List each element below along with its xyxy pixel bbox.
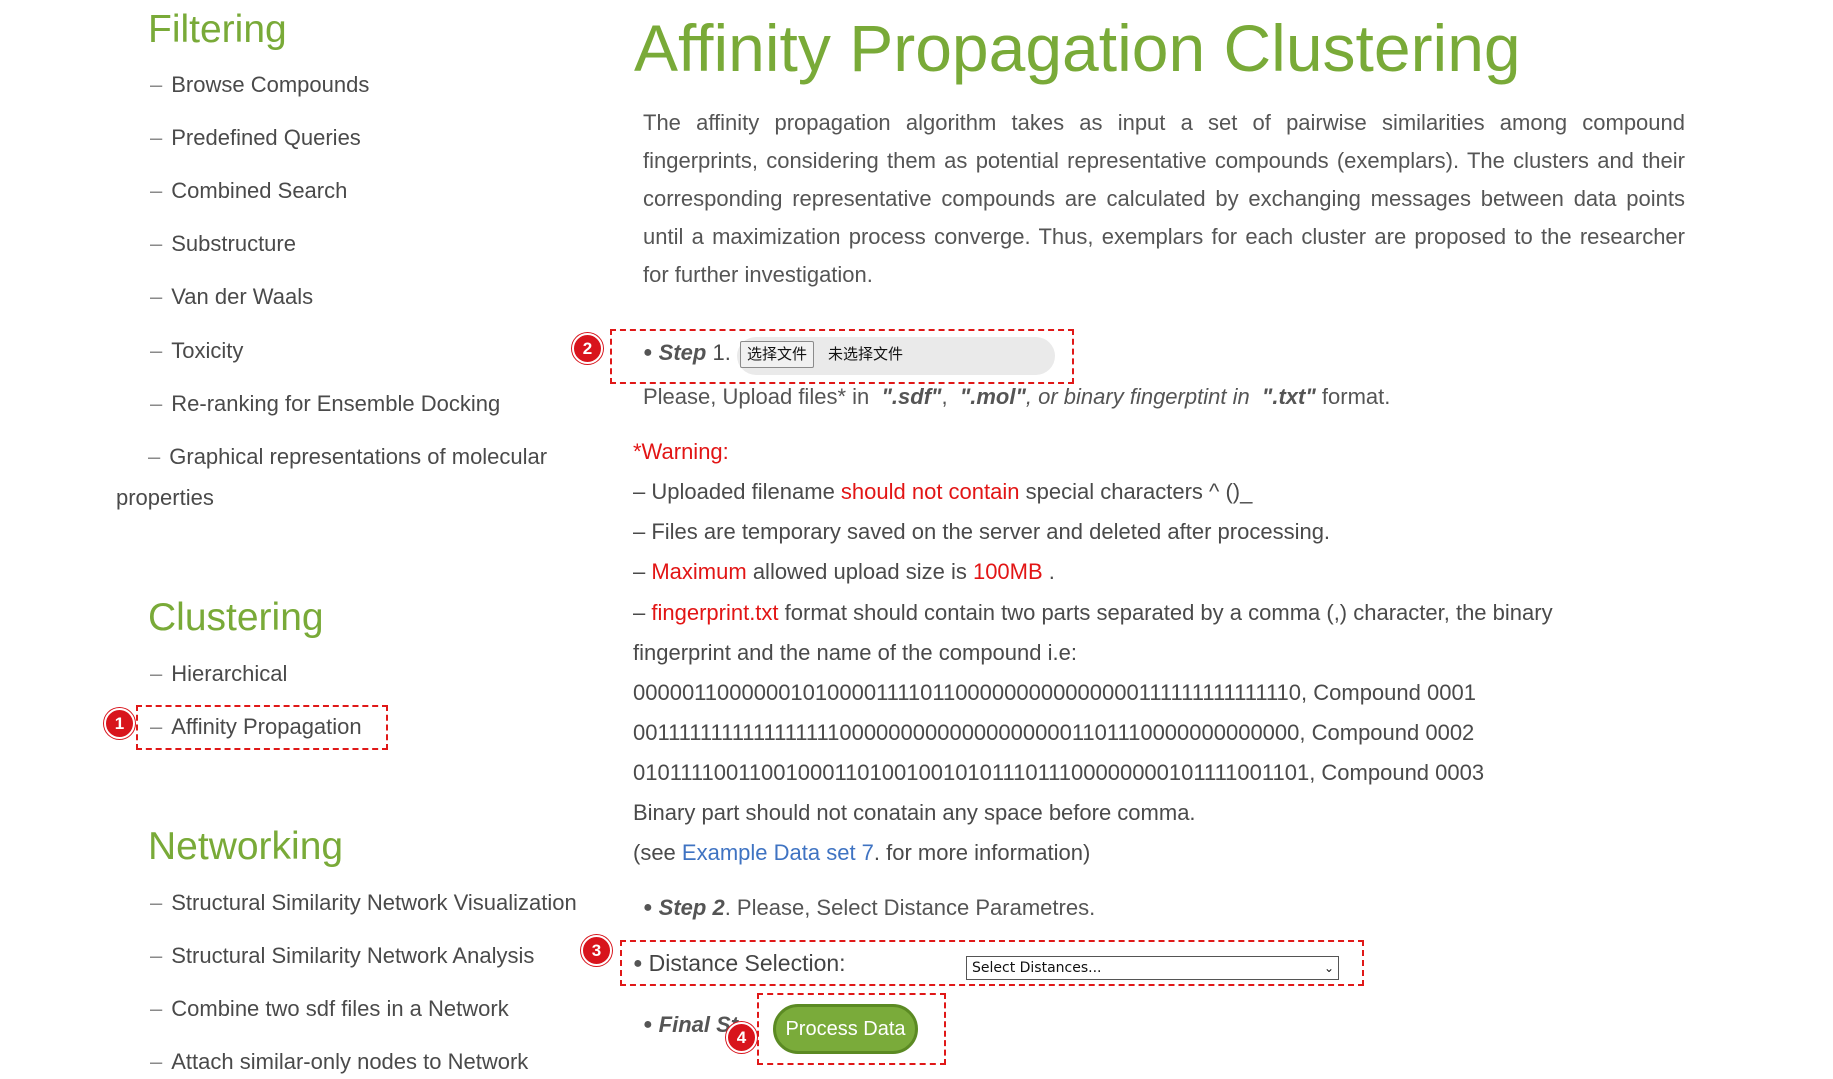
dash: – xyxy=(150,284,163,309)
sidebar-item-van-der-waals[interactable]: – Van der Waals xyxy=(150,284,313,310)
annotation-box-2 xyxy=(610,329,1074,384)
annotation-badge-4: 4 xyxy=(726,1022,757,1053)
sidebar-item-label: Re-ranking for Ensemble Docking xyxy=(171,391,501,416)
example-line-1: 0000011000000101000011110110000000000000… xyxy=(633,680,1476,705)
sidebar-item-attach-nodes[interactable]: – Attach similar-only nodes to Network xyxy=(150,1049,528,1075)
annotation-badge-3: 3 xyxy=(581,935,612,966)
bullet-icon: ● xyxy=(643,899,653,916)
dash: – xyxy=(150,661,163,686)
annotation-box-3 xyxy=(620,940,1364,986)
warning-line-3: – Maximum allowed upload size is 100MB . xyxy=(633,559,1055,584)
sidebar-item-browse-compounds[interactable]: – Browse Compounds xyxy=(150,72,369,98)
sidebar-item-label: Attach similar-only nodes to Network xyxy=(171,1049,529,1074)
sidebar-item-label: Combined Search xyxy=(171,178,348,203)
page-title: Affinity Propagation Clustering xyxy=(634,11,1521,85)
sidebar-item-label: Toxicity xyxy=(171,338,244,363)
sidebar-item-toxicity[interactable]: – Toxicity xyxy=(150,338,243,364)
example-line-3: 0101111001100100011010010010101110111000… xyxy=(633,760,1485,785)
warning-title: *Warning: xyxy=(633,439,729,464)
dash: – xyxy=(150,178,163,203)
dash: – xyxy=(150,996,163,1021)
sidebar-item-label: Browse Compounds xyxy=(171,72,370,97)
step2-line: ● Step 2. Please, Select Distance Paramet… xyxy=(643,895,1096,920)
sidebar-item-re-ranking[interactable]: – Re-ranking for Ensemble Docking xyxy=(150,391,500,417)
networking-heading: Networking xyxy=(148,825,344,868)
dash: – xyxy=(150,943,163,968)
dash: – xyxy=(148,444,161,469)
sidebar-item-predefined-queries[interactable]: – Predefined Queries xyxy=(150,125,361,151)
sidebar-item-label: Predefined Queries xyxy=(171,125,361,150)
annotation-badge-1: 1 xyxy=(104,708,135,739)
clustering-heading: Clustering xyxy=(148,596,324,639)
sidebar-item-label: Structural Similarity Network Analysis xyxy=(171,943,535,968)
sidebar-item-label: Graphical representations of molecular xyxy=(169,444,548,469)
sidebar-item-combined-search[interactable]: – Combined Search xyxy=(150,178,347,204)
filtering-heading: Filtering xyxy=(148,8,287,51)
example-data-link[interactable]: Example Data set 7 xyxy=(682,840,874,865)
dash: – xyxy=(150,1049,163,1074)
warning-line-2: – Files are temporary saved on the serve… xyxy=(633,519,1331,544)
example-line-2: 0011111111111111111000000000000000000011… xyxy=(633,720,1475,745)
see-example: (see Example Data set 7. for more inform… xyxy=(633,840,1091,865)
binary-note: Binary part should not conatain any spac… xyxy=(633,800,1196,825)
dash: – xyxy=(150,391,163,416)
dash: – xyxy=(150,890,163,915)
annotation-badge-2: 2 xyxy=(572,333,603,364)
warning-line-4: – fingerprint.txt format should contain … xyxy=(633,600,1553,625)
sidebar-item-label: Structural Similarity Network Visualizat… xyxy=(171,890,577,915)
warning-line-1: – Uploaded filename should not contain s… xyxy=(633,479,1253,504)
bullet-icon: ● xyxy=(643,1016,653,1033)
sidebar-item-graphical-representations[interactable]: – Graphical representations of molecular … xyxy=(116,444,547,511)
sidebar-item-network-visualization[interactable]: – Structural Similarity Network Visualiza… xyxy=(150,890,577,916)
sidebar-item-label: Combine two sdf files in a Network xyxy=(171,996,509,1021)
sidebar-item-hierarchical[interactable]: – Hierarchical xyxy=(150,661,287,687)
dash: – xyxy=(150,125,163,150)
dash: – xyxy=(150,338,163,363)
sidebar-item-network-analysis[interactable]: – Structural Similarity Network Analysis xyxy=(150,943,534,969)
sidebar-item-label-line2: properties xyxy=(116,485,214,510)
process-data-button[interactable]: Process Data xyxy=(773,1004,918,1054)
sidebar-item-substructure[interactable]: – Substructure xyxy=(150,231,296,257)
dash: – xyxy=(150,231,163,256)
annotation-box-1 xyxy=(136,705,388,750)
sidebar-item-label: Van der Waals xyxy=(171,284,314,309)
description: The affinity propagation algorithm takes… xyxy=(643,110,1685,287)
dash: – xyxy=(150,72,163,97)
sidebar-item-label-line1: – Graphical representations of molecular xyxy=(116,444,547,470)
upload-instructions: Please, Upload files* in ".sdf", ".mol",… xyxy=(643,384,1391,409)
sidebar-item-label: Substructure xyxy=(171,231,296,256)
warning-line-5: fingerprint and the name of the compound… xyxy=(633,640,1077,665)
sidebar-item-combine-sdf[interactable]: – Combine two sdf files in a Network xyxy=(150,996,509,1022)
sidebar-item-label: Hierarchical xyxy=(171,661,288,686)
